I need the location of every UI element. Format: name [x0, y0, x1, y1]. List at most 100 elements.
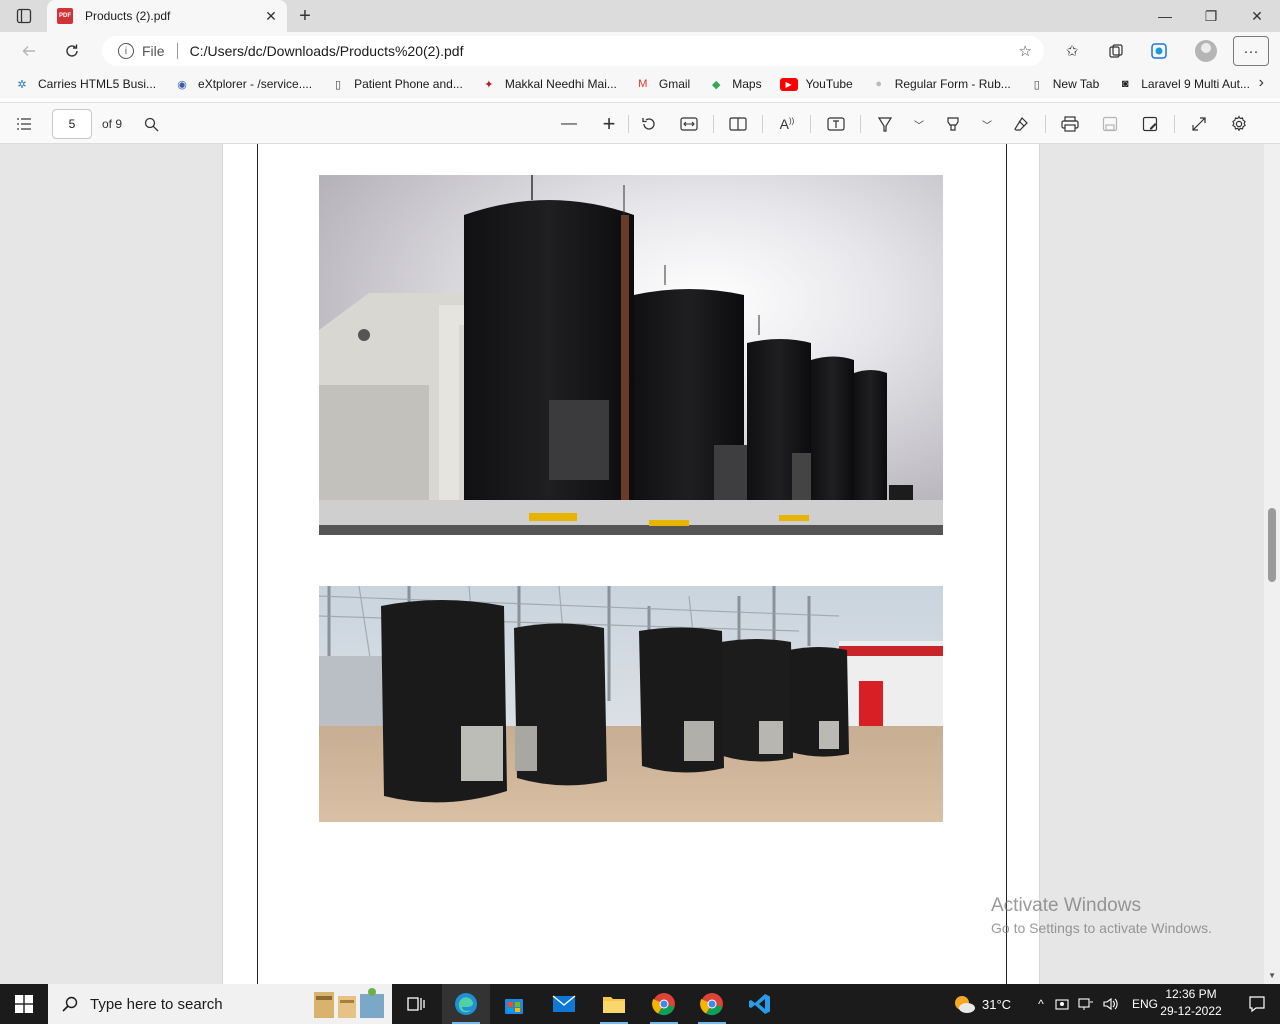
- chrome-taskbar-app-1[interactable]: [640, 984, 688, 1024]
- form-icon: ●: [875, 78, 883, 90]
- tab-actions-icon: [16, 8, 32, 24]
- plus-icon: +: [602, 111, 616, 136]
- tab-actions-button[interactable]: [8, 4, 40, 28]
- url-text[interactable]: C:/Users/dc/Downloads/Products%20(2).pdf: [190, 43, 464, 59]
- microsoft-store-taskbar-app[interactable]: [490, 984, 538, 1024]
- pdf-viewer[interactable]: ▼: [0, 144, 1280, 984]
- printer-icon: [1061, 116, 1079, 132]
- vscode-taskbar-app[interactable]: [736, 984, 784, 1024]
- search-icon: [144, 117, 158, 131]
- table-of-contents-button[interactable]: [10, 111, 38, 137]
- bookmark-label: eXtplorer - /service....: [198, 77, 313, 91]
- carries-icon: ✲: [17, 78, 27, 91]
- bookmark-item[interactable]: ◆ Maps: [708, 76, 762, 92]
- draw-button[interactable]: [871, 111, 899, 137]
- weather-sun-cloud-icon: [955, 996, 975, 1013]
- edge-browser-icon: [455, 993, 477, 1015]
- laravel-icon: ◙: [1121, 78, 1129, 90]
- bookmark-item[interactable]: ✦ Makkal Needhi Mai...: [481, 76, 617, 92]
- favorites-bar: ✲ Carries HTML5 Busi... ◉ eXtplorer - /serv…: [0, 70, 1280, 98]
- taskbar-search-box[interactable]: Type here to search: [48, 984, 392, 1024]
- toolbar-divider: [860, 115, 861, 133]
- scrollbar-thumb[interactable]: [1268, 508, 1276, 582]
- edge-taskbar-app[interactable]: [442, 984, 490, 1024]
- network-icon[interactable]: [1078, 996, 1094, 1012]
- zoom-in-button[interactable]: +: [595, 111, 623, 137]
- tanks-on-truck-photo: [319, 175, 943, 535]
- new-tab-button[interactable]: +: [291, 4, 319, 28]
- chrome-taskbar-app-2[interactable]: [688, 984, 736, 1024]
- pdf-settings-button[interactable]: [1225, 111, 1253, 137]
- bookmark-item[interactable]: ▶ YouTube: [779, 77, 853, 91]
- add-text-button[interactable]: [822, 111, 850, 137]
- minimize-button[interactable]: —: [1142, 0, 1188, 32]
- read-aloud-button[interactable]: A)): [773, 111, 801, 137]
- refresh-button[interactable]: [57, 37, 87, 65]
- folder-icon: [603, 997, 625, 1013]
- meet-now-icon[interactable]: [1054, 996, 1070, 1012]
- back-button[interactable]: [14, 37, 44, 65]
- read-aloud-icon: A)): [779, 116, 795, 132]
- print-button[interactable]: [1056, 111, 1084, 137]
- address-bar[interactable]: i File C:/Users/dc/Downloads/Products%20…: [102, 36, 1044, 66]
- chrome-icon: [652, 993, 675, 1016]
- highlight-button[interactable]: [939, 111, 967, 137]
- close-tab-icon[interactable]: ✕: [263, 8, 279, 24]
- file-explorer-taskbar-app[interactable]: [590, 984, 638, 1024]
- weather-widget[interactable]: 31°C: [952, 984, 1011, 1024]
- bookmark-item[interactable]: ✲ Carries HTML5 Busi...: [14, 76, 156, 92]
- volume-icon[interactable]: [1102, 996, 1120, 1012]
- tab-strip: PDF Products (2).pdf ✕ + — ❐ ✕: [0, 0, 1280, 32]
- find-button[interactable]: [137, 111, 165, 137]
- notification-center-button[interactable]: [1234, 984, 1280, 1024]
- bookmark-item[interactable]: ◙ Laravel 9 Multi Aut...: [1117, 76, 1250, 92]
- search-highlight-art-icon: [314, 988, 384, 1018]
- close-window-button[interactable]: ✕: [1234, 0, 1280, 32]
- edge-extension-button[interactable]: [1143, 36, 1175, 66]
- vertical-scrollbar[interactable]: ▼: [1264, 144, 1280, 984]
- tab-title: Products (2).pdf: [85, 9, 171, 23]
- gmail-icon: M: [638, 78, 648, 90]
- tab-products-pdf[interactable]: PDF Products (2).pdf ✕: [47, 0, 287, 32]
- activate-windows-watermark: Activate Windows Go to Settings to activ…: [991, 895, 1212, 936]
- settings-more-button[interactable]: ···: [1233, 36, 1269, 66]
- clock-date: 29-12-2022: [1160, 1004, 1222, 1018]
- bookmark-label: Carries HTML5 Busi...: [38, 77, 157, 91]
- save-button[interactable]: [1096, 111, 1124, 137]
- task-view-button[interactable]: [392, 984, 440, 1024]
- show-hidden-icons-chevron-icon[interactable]: ^: [1030, 997, 1052, 1011]
- page-view-button[interactable]: [724, 111, 752, 137]
- tanks-in-yard-photo: [319, 586, 943, 822]
- bookmark-item[interactable]: ▯ Patient Phone and...: [330, 76, 463, 92]
- edge-extension-icon: [1151, 43, 1167, 59]
- mail-taskbar-app[interactable]: [540, 984, 588, 1024]
- info-icon[interactable]: i: [118, 43, 134, 59]
- language-indicator[interactable]: ENG: [1132, 997, 1158, 1011]
- fullscreen-button[interactable]: [1185, 111, 1213, 137]
- bookmark-item[interactable]: ◉ eXtplorer - /service....: [174, 76, 312, 92]
- clock-time: 12:36 PM: [1165, 987, 1217, 1001]
- rotate-button[interactable]: [635, 111, 663, 137]
- start-button[interactable]: [0, 984, 48, 1024]
- profile-button[interactable]: [1190, 36, 1222, 66]
- save-as-button[interactable]: [1136, 111, 1164, 137]
- bookmark-item[interactable]: M Gmail: [635, 76, 690, 92]
- fit-width-button[interactable]: [675, 111, 703, 137]
- scroll-down-arrow-icon[interactable]: ▼: [1268, 971, 1276, 980]
- page-number-input[interactable]: 5: [52, 109, 92, 139]
- taskbar-clock[interactable]: 12:36 PM 29-12-2022: [1158, 986, 1224, 1020]
- add-favorite-icon[interactable]: ☆: [1019, 42, 1032, 60]
- taskbar: Type here to search 31°C ^ ENG 12:36 PM …: [0, 984, 1280, 1024]
- restore-button[interactable]: ❐: [1188, 0, 1234, 32]
- toolbar-divider: [762, 115, 763, 133]
- collections-button[interactable]: [1100, 36, 1132, 66]
- zoom-out-button[interactable]: —: [555, 111, 583, 137]
- more-favorites-chevron-icon[interactable]: ›: [1259, 74, 1264, 92]
- favorites-button[interactable]: ✩: [1056, 36, 1088, 66]
- bookmark-item[interactable]: ▯ New Tab: [1029, 76, 1100, 92]
- bookmark-item[interactable]: ● Regular Form - Rub...: [871, 76, 1010, 92]
- highlight-options-dropdown[interactable]: ﹀: [973, 111, 1001, 137]
- erase-button[interactable]: [1007, 111, 1035, 137]
- minus-icon: —: [561, 115, 577, 132]
- draw-options-dropdown[interactable]: ﹀: [905, 111, 933, 137]
